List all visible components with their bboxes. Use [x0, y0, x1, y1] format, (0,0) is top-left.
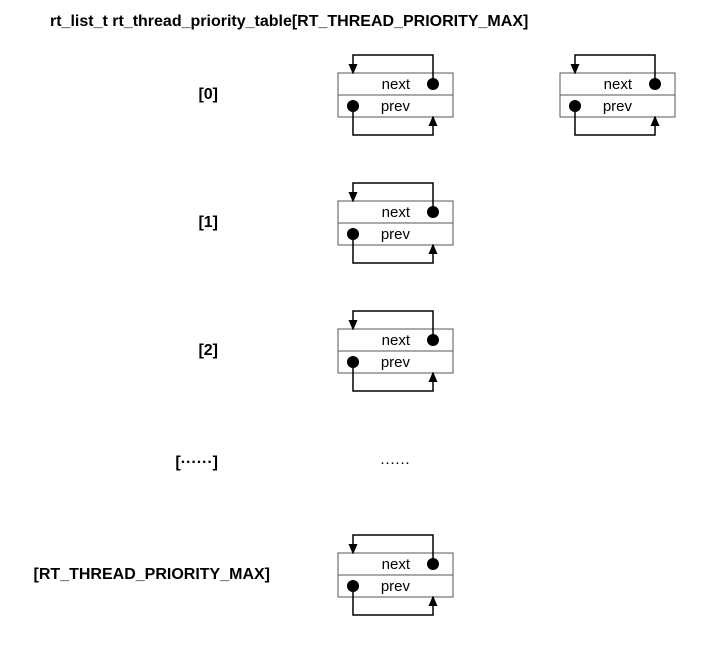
next-label: next	[382, 204, 411, 221]
prev-label: prev	[381, 226, 411, 243]
next-label: next	[382, 76, 411, 93]
row-1: [1] next prev	[198, 183, 453, 263]
next-label: next	[382, 332, 411, 349]
prev-dot	[347, 580, 359, 592]
index-1: [1]	[198, 214, 218, 231]
list-node: next prev	[338, 183, 453, 263]
list-node: next prev	[338, 55, 453, 135]
prev-dot	[347, 356, 359, 368]
index-max: [RT_THREAD_PRIORITY_MAX]	[34, 566, 270, 583]
next-dot	[427, 206, 439, 218]
index-ellipsis: [······]	[175, 454, 218, 471]
row-2: [2] next prev	[198, 311, 453, 391]
next-dot	[427, 558, 439, 570]
priority-table-diagram: rt_list_t rt_thread_priority_table[RT_TH…	[0, 0, 720, 658]
index-2: [2]	[198, 342, 218, 359]
next-label: next	[604, 76, 633, 93]
list-node: next prev	[560, 55, 675, 135]
row-0: [0] next prev next prev	[198, 55, 675, 135]
next-dot	[427, 78, 439, 90]
index-0: [0]	[198, 86, 218, 103]
list-node: next prev	[338, 311, 453, 391]
diagram-title: rt_list_t rt_thread_priority_table[RT_TH…	[50, 13, 528, 30]
prev-dot	[347, 228, 359, 240]
prev-dot	[569, 100, 581, 112]
next-dot	[427, 334, 439, 346]
prev-label: prev	[381, 354, 411, 371]
list-node: next prev	[338, 535, 453, 615]
row-ellipsis: [······] ······	[175, 454, 410, 471]
row-max: [RT_THREAD_PRIORITY_MAX] next prev	[34, 535, 453, 615]
ellipsis-cell: ······	[380, 454, 410, 471]
prev-label: prev	[381, 98, 411, 115]
next-label: next	[382, 556, 411, 573]
next-dot	[649, 78, 661, 90]
prev-label: prev	[381, 578, 411, 595]
prev-label: prev	[603, 98, 633, 115]
prev-dot	[347, 100, 359, 112]
